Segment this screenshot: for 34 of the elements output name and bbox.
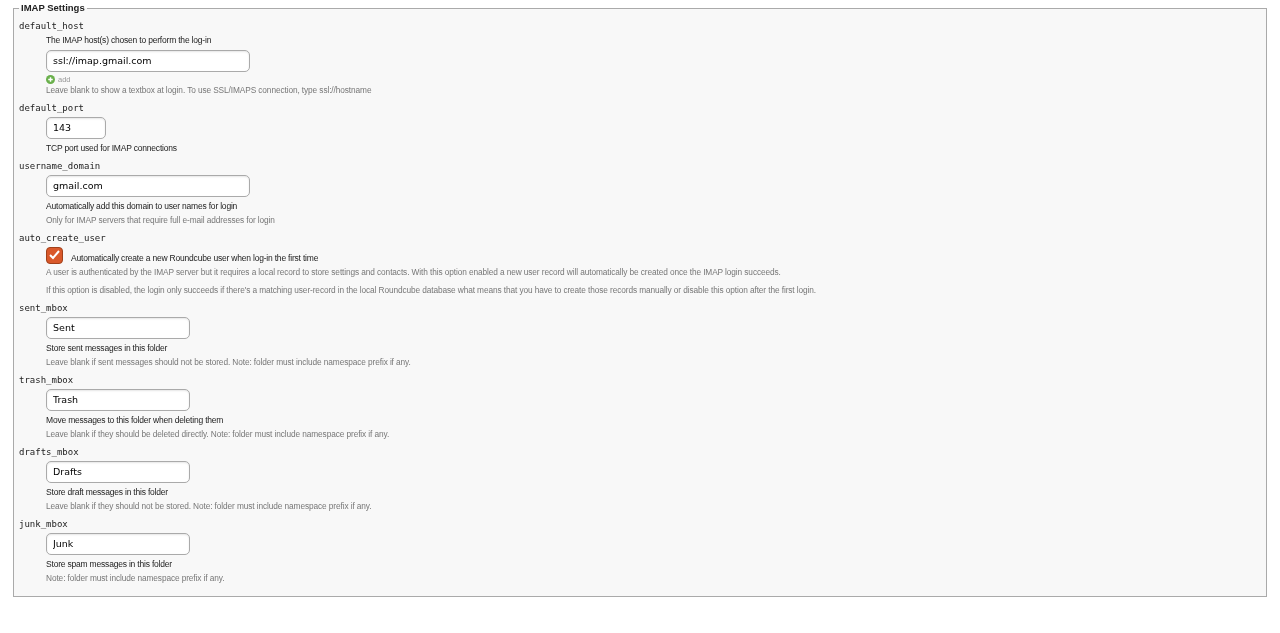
hint-text: Leave blank if sent messages should not be stored. Note: folder must include namespace prefix if any. [46,356,412,368]
hint-text: Leave blank if they should not be stored. Note: folder must include namespace prefix if any. [46,500,373,512]
setting-name: default_host [19,20,86,32]
hint-text: Only for IMAP servers that require full e-mail addresses for login [46,214,276,226]
setting-name: default_port [19,102,86,114]
hint-text: If this option is disabled, the login only succeeds if there's a matching user-record in the local Roundcube database what means that you have to create those records manually or disable this option after the first login. [46,284,817,296]
input-field[interactable]: Drafts [46,460,190,483]
input-field[interactable]: Sent [46,316,190,339]
plus-icon [46,74,55,84]
input-field[interactable]: 143 [46,116,106,139]
field-description: Automatically add this domain to user names for login [46,200,239,212]
setting-name: trash_mbox [19,374,75,386]
setting-name: junk_mbox [19,518,69,530]
setting-name: drafts_mbox [19,446,80,458]
setting-name: username_domain [19,160,102,172]
field-description: Store spam messages in this folder [46,558,173,570]
hint-text: Leave blank to show a textbox at login. To use SSL/IMAPS connection, type ssl://hostname [46,84,373,96]
checkbox[interactable] [46,246,63,264]
setting-name: auto_create_user [19,232,107,244]
field-description: The IMAP host(s) chosen to perform the log-in [46,34,213,46]
section-title: IMAP Settings [20,3,86,13]
hint-text: A user is authenticated by the IMAP server but it requires a local record to store settings and contacts. With this option enabled a new user record will automatically be created once the IMAP login succeeds. [46,266,782,278]
field-description: TCP port used for IMAP connections [46,142,178,154]
hint-text: Leave blank if they should be deleted directly. Note: folder must include namespace prefix if any. [46,428,391,440]
hint-text: Note: folder must include namespace prefix if any. [46,572,226,584]
input-field[interactable]: gmail.com [46,174,250,197]
input-field[interactable]: Trash [46,388,190,411]
field-description: Move messages to this folder when deleting them [46,414,225,426]
input-field[interactable]: Junk [46,532,190,555]
input-field[interactable]: ssl://imap.gmail.com [46,49,250,72]
field-description: Store sent messages in this folder [46,342,169,354]
field-description: Store draft messages in this folder [46,486,169,498]
setting-name: sent_mbox [19,302,69,314]
checkbox-label: Automatically create a new Roundcube user when log-in the first time [71,252,319,264]
